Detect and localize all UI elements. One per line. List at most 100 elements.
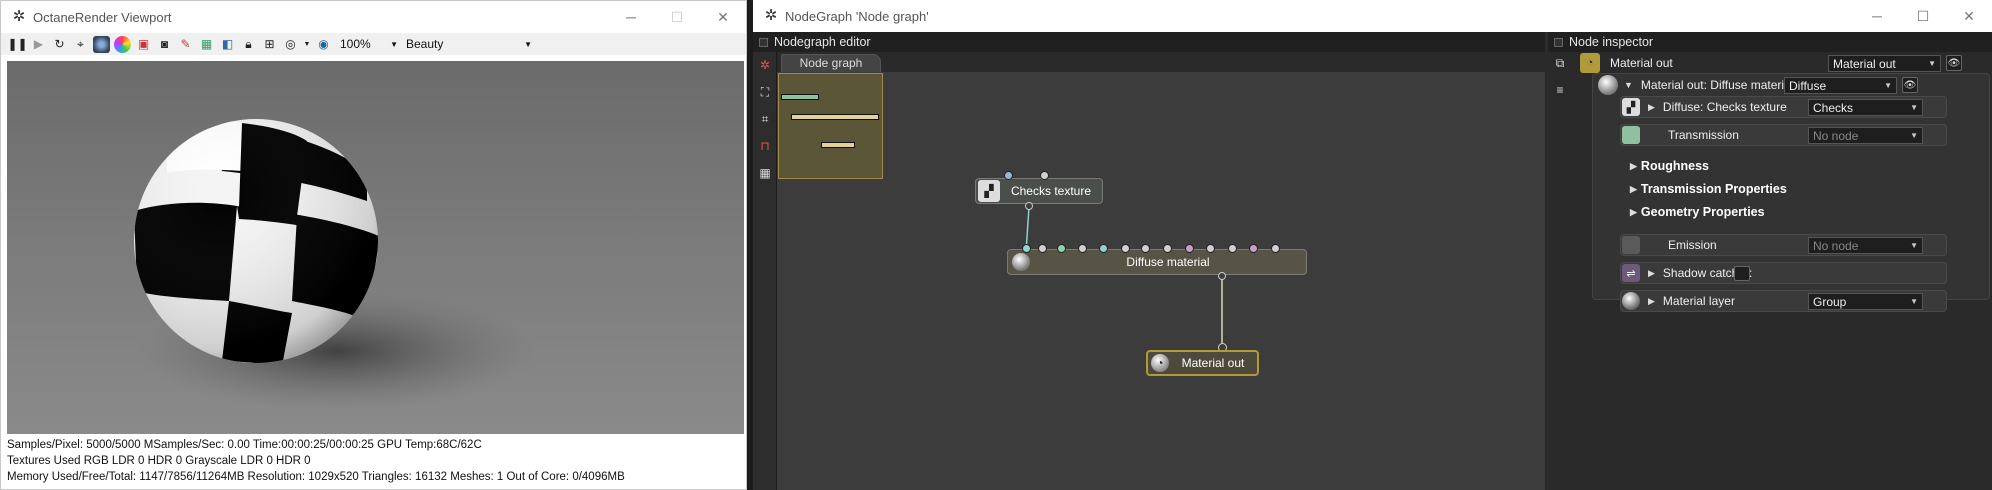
close-button[interactable]: ✕ [1946,0,1992,32]
color-picker-icon[interactable] [114,35,131,53]
arrange-nodes-icon[interactable]: ⌗ [756,110,774,128]
collapsed-triangle-icon[interactable]: ▶ [1648,102,1655,113]
minimize-button[interactable]: ─ [1854,0,1900,32]
input-pin[interactable] [1141,244,1150,253]
input-pin[interactable] [1228,244,1237,253]
material-layer-icon [1622,292,1640,310]
input-pin[interactable] [1206,244,1215,253]
expand-all-icon[interactable]: ≡ [1551,81,1569,99]
viewport-titlebar: ✲ OctaneRender Viewport ─ ☐ ✕ [1,1,746,33]
viewport-window: ✲ OctaneRender Viewport ─ ☐ ✕ ❚❚ ▶ ↻ ⌖ ▣… [0,0,747,490]
object-picker-icon[interactable]: ◧ [219,36,236,53]
node-label: Checks texture [1010,184,1092,198]
input-pin[interactable] [1249,244,1258,253]
roughness-group[interactable]: ▶ Roughness [1630,159,1709,173]
output-pin[interactable] [1218,272,1226,280]
play-icon[interactable]: ▶ [30,36,47,53]
zoom-icon[interactable]: ◉ [315,36,332,53]
input-pin[interactable] [1121,244,1130,253]
node-checks-texture[interactable]: ▞ Checks texture [975,178,1103,204]
nodegraph-sidebar: ✲ ⛶ ⌗ ⊓ ▦ [753,52,777,490]
roughness-label: Roughness [1640,159,1709,173]
node-material-out[interactable]: ◔ Material out [1146,350,1259,376]
panel-dock-icon[interactable] [1554,37,1563,47]
magnet-icon[interactable]: ⊓ [756,137,774,155]
input-pin[interactable] [1040,171,1049,180]
material-type-select[interactable]: Diffuse ▼ [1784,77,1897,94]
input-pin[interactable] [1163,244,1172,253]
region-icon[interactable]: ⊞ [261,36,278,53]
tab-node-graph[interactable]: Node graph [781,54,881,72]
node-diffuse-material[interactable]: Diffuse material [1007,249,1307,275]
collapsed-triangle-icon: ▶ [1630,206,1637,217]
dropdown-arrow-icon[interactable]: ▼ [303,36,311,53]
lock-icon[interactable]: 🔒︎ [240,36,257,53]
transmission-row: Transmission [1622,125,1822,145]
chevron-down-icon: ▼ [524,39,532,49]
restart-icon[interactable]: ↻ [51,36,68,53]
collapsed-triangle-icon[interactable]: ▶ [1648,296,1655,307]
geometry-properties-group[interactable]: ▶ Geometry Properties [1630,205,1765,219]
nodegraph-title: NodeGraph 'Node graph' [785,8,929,24]
sphere-preview-icon[interactable] [93,35,110,53]
transmission-label: Transmission [1668,128,1739,142]
eye-icon[interactable]: 👁︎ [1946,55,1962,71]
output-pin[interactable] [1025,202,1033,210]
layout-nodes-icon[interactable]: ⛶ [756,83,774,101]
nodegraph-editor-title: Nodegraph editor [774,35,871,49]
collapse-all-icon[interactable]: ⧉ [1551,54,1569,72]
recenter-graph-icon[interactable]: ✲ [756,56,774,74]
focus-picker-icon[interactable]: ✎ [177,36,194,53]
material-layer-label: Material layer [1662,294,1735,308]
diffuse-select[interactable]: Checks ▼ [1808,99,1923,116]
minimize-button[interactable]: ─ [608,1,654,33]
zoom-select[interactable]: 100% ▼ [340,35,402,53]
input-pin[interactable] [1271,244,1280,253]
checks-texture-icon: ▞ [1622,98,1640,116]
transmission-properties-group[interactable]: ▶ Transmission Properties [1630,182,1787,196]
recenter-icon[interactable]: ⌖ [72,36,89,53]
collapsed-triangle-icon[interactable]: ▶ [1648,268,1655,279]
node-inspector-header: Node inspector [1548,32,1992,52]
clay-mode-icon[interactable]: ◎ [282,36,299,53]
material-ball-icon [1598,75,1618,95]
status-line-textures: Textures Used RGB LDR 0 HDR 0 Grayscale … [7,455,311,467]
camera-icon[interactable]: ◙ [156,36,173,53]
input-pin[interactable] [1078,244,1087,253]
eye-icon[interactable]: 👁︎ [1902,77,1918,93]
input-pin[interactable] [1038,244,1047,253]
material-ball-icon [1012,253,1030,271]
input-pin[interactable] [1185,244,1194,253]
input-pin[interactable] [1057,244,1066,253]
maximize-button[interactable]: ☐ [1900,0,1946,32]
input-pin[interactable] [1004,171,1013,180]
material-picker-icon[interactable]: ▦ [198,36,215,53]
close-button[interactable]: ✕ [700,1,746,33]
color-swatch[interactable] [1622,126,1640,144]
input-pin[interactable] [1099,244,1108,253]
viewport-toolbar: ❚❚ ▶ ↻ ⌖ ▣ ◙ ✎ ▦ ◧ 🔒︎ ⊞ ◎ ▼ ◉ 100% ▼ Bea… [1,33,746,55]
root-label: Material out [1610,56,1673,70]
node-inspector-title: Node inspector [1569,35,1654,49]
nodegraph-titlebar: ✲ NodeGraph 'Node graph' ─ ☐ ✕ [753,0,1992,32]
chevron-down-icon: ▼ [1910,103,1918,112]
emission-select[interactable]: No node ▼ [1808,237,1923,254]
diffuse-label: Diffuse: Checks texture [1662,100,1787,114]
status-line-memory: Memory Used/Free/Total: 1147/7856/11264M… [7,471,625,483]
render-pass-select[interactable]: Beauty ▼ [406,35,536,53]
nodegraph-canvas[interactable]: ▞ Checks texture Diffuse material ◔ Mate… [777,72,1545,490]
transmission-select[interactable]: No node ▼ [1808,127,1923,144]
pause-icon[interactable]: ❚❚ [7,36,27,53]
input-pin[interactable] [1022,244,1031,253]
grid-icon[interactable]: ▦ [756,164,774,182]
bucket-icon[interactable]: ▣ [135,36,152,53]
panel-dock-icon[interactable] [759,37,768,47]
maximize-button[interactable]: ☐ [654,1,700,33]
shadow-catcher-checkbox[interactable] [1734,266,1750,281]
expanded-triangle-icon[interactable]: ▼ [1624,80,1633,90]
render-image[interactable] [7,61,744,434]
material-layer-select[interactable]: Group ▼ [1808,293,1923,310]
emission-swatch[interactable] [1622,236,1640,254]
render-pass-value: Beauty [406,37,444,51]
root-node-select[interactable]: Material out ▼ [1828,55,1941,72]
